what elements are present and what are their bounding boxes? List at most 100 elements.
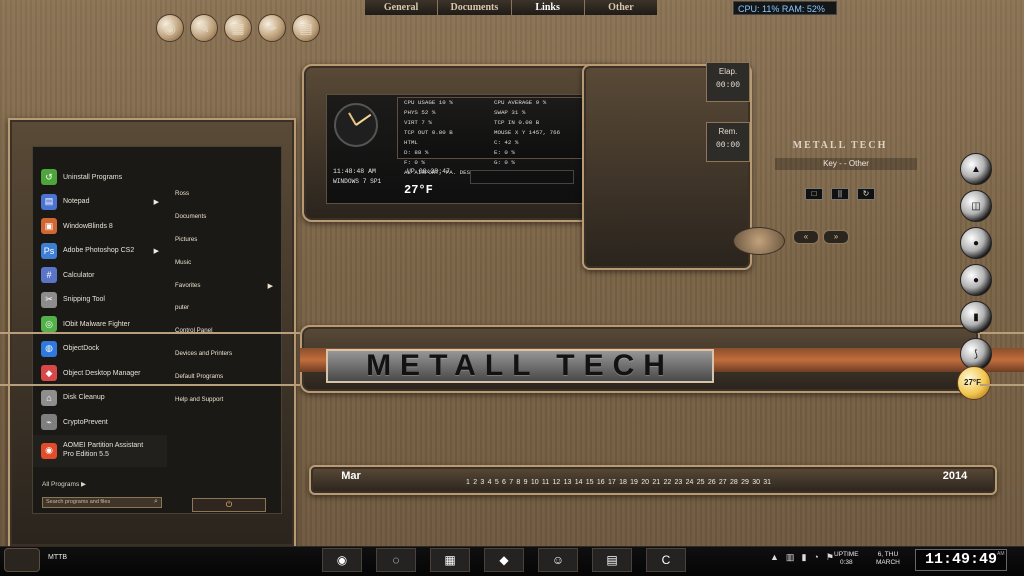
calendar-day[interactable]: 6: [502, 479, 506, 486]
calendar-day[interactable]: 23: [675, 479, 683, 486]
previous-button[interactable]: «: [793, 230, 819, 244]
calendar-day[interactable]: 9: [524, 479, 528, 486]
calendar-year: 2014: [942, 470, 968, 482]
program-item-aomei[interactable]: ◉ AOMEI Partition Assistant Pro Edition 5.…: [33, 435, 167, 467]
calendar-day[interactable]: 24: [686, 479, 694, 486]
calendar-day[interactable]: 3: [480, 479, 484, 486]
submenu-arrow-icon: ▶: [153, 247, 159, 255]
calendar-day[interactable]: 1: [466, 479, 470, 486]
calendar-day[interactable]: 19: [630, 479, 638, 486]
program-item-uninstall[interactable]: ↺ Uninstall Programs: [33, 165, 167, 190]
digital-time: 11:48:48 AM: [333, 168, 376, 175]
feather-icon[interactable]: ✒: [258, 14, 286, 42]
calendar-day[interactable]: 18: [619, 479, 627, 486]
signal-icon[interactable]: ▮: [801, 552, 806, 563]
next-button[interactable]: »: [823, 230, 849, 244]
firefox-task-icon[interactable]: ◌: [376, 548, 416, 572]
calendar-day[interactable]: 16: [597, 479, 605, 486]
calendar-day[interactable]: 21: [652, 479, 660, 486]
program-item-objectdock[interactable]: ◍ ObjectDock: [33, 337, 167, 362]
program-item-calculator[interactable]: # Calculator: [33, 263, 167, 288]
start-button[interactable]: [4, 548, 40, 572]
calendar-day[interactable]: 31: [763, 479, 771, 486]
uptime-label: UPTIME: [834, 551, 859, 558]
program-item-notepad[interactable]: ▤ Notepad ▶: [33, 190, 167, 215]
pause-button[interactable]: ||: [831, 188, 849, 200]
calendar-day[interactable]: 17: [608, 479, 616, 486]
top-link-general[interactable]: General: [365, 0, 438, 15]
calendar-day[interactable]: 25: [697, 479, 705, 486]
music-link[interactable]: Music: [175, 259, 279, 282]
calendar-day[interactable]: 10: [531, 479, 539, 486]
top-link-links[interactable]: Links: [510, 0, 584, 15]
program-list: ↺ Uninstall Programs ▤ Notepad ▶ ▣ WindowBli…: [33, 165, 167, 495]
uninstall-icon: ↺: [41, 169, 57, 186]
pictures-link[interactable]: Pictures: [175, 236, 279, 259]
chrome-task-icon[interactable]: ◉: [322, 548, 362, 572]
taskbar-clock[interactable]: 11:49:49: [915, 549, 1007, 571]
dock-item-1-icon[interactable]: ▲: [960, 153, 992, 185]
calendar-day[interactable]: 12: [553, 479, 561, 486]
control-panel-link[interactable]: Control Panel: [175, 327, 279, 350]
right-dock: ▲ ◫ ● ● ▮ ⟆: [956, 153, 996, 375]
dock-item-2-icon[interactable]: ◫: [960, 190, 992, 222]
dock-item-3-icon[interactable]: ●: [960, 227, 992, 259]
tray-arrow-icon[interactable]: ▲: [770, 552, 779, 563]
program-label: WindowBlinds 8: [63, 222, 113, 230]
power-button[interactable]: ⏻: [192, 498, 266, 512]
devices-printers-link[interactable]: Devices and Printers: [175, 350, 279, 373]
user-link[interactable]: Ross: [175, 190, 279, 213]
program-item-snipping-tool[interactable]: ✂ Snipping Tool: [33, 288, 167, 313]
calendar-day[interactable]: 11: [542, 479, 549, 486]
stop-button[interactable]: □: [805, 188, 823, 200]
calendar-day[interactable]: 5: [495, 479, 499, 486]
calendar-day[interactable]: 15: [586, 479, 594, 486]
calendar-day[interactable]: 30: [752, 479, 760, 486]
windows-version: WINDOWS 7 SP1: [333, 178, 382, 185]
dock-item-4-icon[interactable]: ●: [960, 264, 992, 296]
system-tray: ▲ ▥ ▮ ◔ ⚑: [770, 552, 834, 563]
calendar-day[interactable]: 28: [730, 479, 738, 486]
program-item-cryptoprevent[interactable]: ⌁ CryptoPrevent: [33, 410, 167, 435]
volume-icon[interactable]: ◔: [813, 552, 818, 563]
books-icon[interactable]: ▤: [292, 14, 320, 42]
elapsed-label: Elap.: [718, 67, 738, 76]
program-item-photoshop[interactable]: Ps Adobe Photoshop CS2 ▶: [33, 239, 167, 264]
explorer-task-icon[interactable]: ▦: [430, 548, 470, 572]
chrome-icon[interactable]: ◉: [156, 14, 184, 42]
theme-task-icon[interactable]: ☺: [538, 548, 578, 572]
all-programs-button[interactable]: All Programs ▶: [42, 480, 86, 488]
aomei-icon: ◉: [41, 442, 57, 459]
notepad-task-icon[interactable]: ▤: [592, 548, 632, 572]
action-center-icon[interactable]: ⚑: [826, 552, 834, 563]
paint-icon[interactable]: ✎: [190, 14, 218, 42]
calendar-day[interactable]: 20: [641, 479, 649, 486]
computer-link[interactable]: puter: [175, 304, 279, 327]
program-item-disk-cleanup[interactable]: ⌂ Disk Cleanup: [33, 386, 167, 411]
calendar-icon[interactable]: ▦: [224, 14, 252, 42]
app-task-icon[interactable]: ◆: [484, 548, 524, 572]
program-item-windowblinds[interactable]: ▣ WindowBlinds 8: [33, 214, 167, 239]
favorites-link[interactable]: Favorites ▶: [175, 282, 279, 305]
calendar-day[interactable]: 22: [663, 479, 671, 486]
dock-item-5-icon[interactable]: ▮: [960, 301, 992, 333]
calendar-day[interactable]: 8: [516, 479, 520, 486]
program-item-object-desktop-manager[interactable]: ◆ Object Desktop Manager: [33, 361, 167, 386]
calendar-day[interactable]: 4: [488, 479, 492, 486]
volume-dial[interactable]: [733, 227, 785, 255]
top-link-other[interactable]: Other: [583, 0, 657, 15]
start-search-input[interactable]: Search programs and files: [42, 497, 162, 508]
top-link-documents[interactable]: Documents: [437, 0, 511, 15]
calendar-day[interactable]: 2: [473, 479, 477, 486]
network-icon[interactable]: ▥: [786, 552, 795, 563]
help-support-link[interactable]: Help and Support: [175, 396, 279, 419]
calendar-day[interactable]: 27: [719, 479, 727, 486]
calendar-day[interactable]: 26: [708, 479, 716, 486]
calendar-day[interactable]: 29: [741, 479, 749, 486]
calendar-day[interactable]: 7: [509, 479, 513, 486]
calendar-day[interactable]: 13: [564, 479, 572, 486]
ccleaner-task-icon[interactable]: C: [646, 548, 686, 572]
calendar-day[interactable]: 14: [575, 479, 583, 486]
repeat-button[interactable]: ↻: [857, 188, 875, 200]
documents-link[interactable]: Documents: [175, 213, 279, 236]
